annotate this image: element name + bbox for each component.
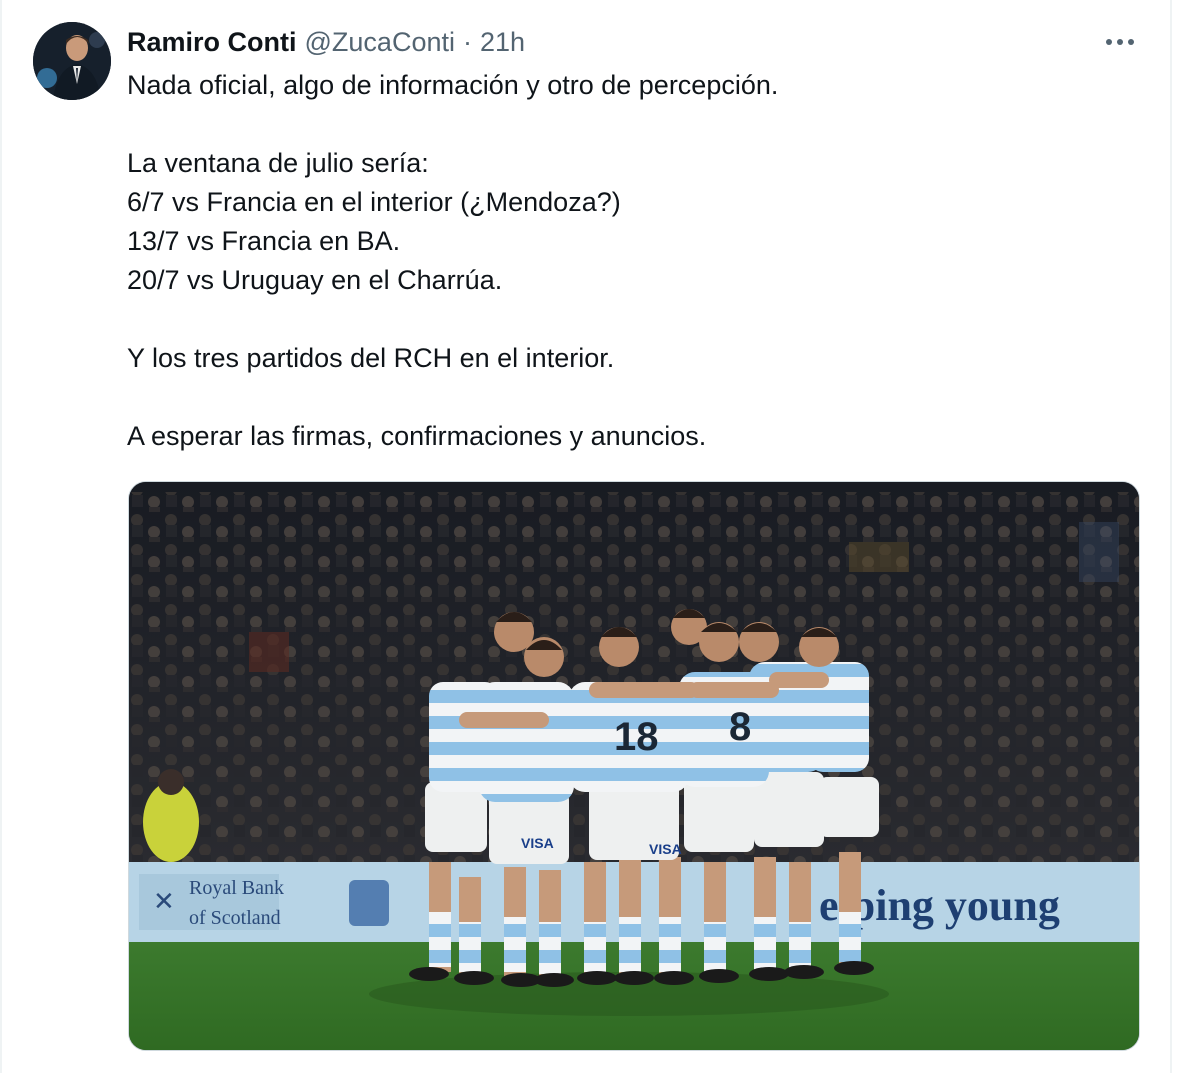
- jersey-number: 18: [614, 715, 659, 759]
- tweet-line: A esperar las firmas, confirmaciones y a…: [127, 421, 707, 451]
- sponsor-logo: VISA: [521, 835, 554, 851]
- sponsor-logo: VISA: [649, 841, 682, 857]
- tweet-line: La ventana de julio sería:: [127, 148, 429, 178]
- tweet-line: Y los tres partidos del RCH en el interi…: [127, 343, 615, 373]
- tweet-media-photo[interactable]: ✕ Royal Bank of Scotland elping young 18…: [128, 481, 1140, 1051]
- timeline-border-left: [0, 0, 2, 1073]
- tweet-text: Nada oficial, algo de información y otro…: [127, 66, 1137, 456]
- tweet-header: Ramiro Conti @ZucaConti · 21h: [127, 24, 525, 60]
- banner-text: Royal Bank: [189, 877, 284, 899]
- avatar[interactable]: [33, 22, 111, 100]
- svg-text:✕: ✕: [153, 887, 175, 916]
- tweet-line: 20/7 vs Uruguay en el Charrúa.: [127, 265, 503, 295]
- timeline-border-right: [1170, 0, 1172, 1073]
- more-options-button[interactable]: [1100, 26, 1140, 58]
- tweet-line: 6/7 vs Francia en el interior (¿Mendoza?…: [127, 187, 621, 217]
- jersey-number: 8: [729, 705, 751, 749]
- tweet-line: 13/7 vs Francia en BA.: [127, 226, 401, 256]
- banner-text: of Scotland: [189, 907, 281, 929]
- author-name[interactable]: Ramiro Conti: [127, 27, 297, 58]
- avatar-photo: [33, 22, 111, 100]
- more-horizontal-icon: [1106, 39, 1134, 45]
- header-separator: ·: [462, 26, 472, 57]
- rugby-huddle-photo: ✕ Royal Bank of Scotland elping young 18…: [129, 482, 1139, 1050]
- tweet-timestamp[interactable]: 21h: [480, 27, 525, 58]
- author-handle[interactable]: @ZucaConti: [305, 27, 455, 58]
- tweet-line: Nada oficial, algo de información y otro…: [127, 70, 779, 100]
